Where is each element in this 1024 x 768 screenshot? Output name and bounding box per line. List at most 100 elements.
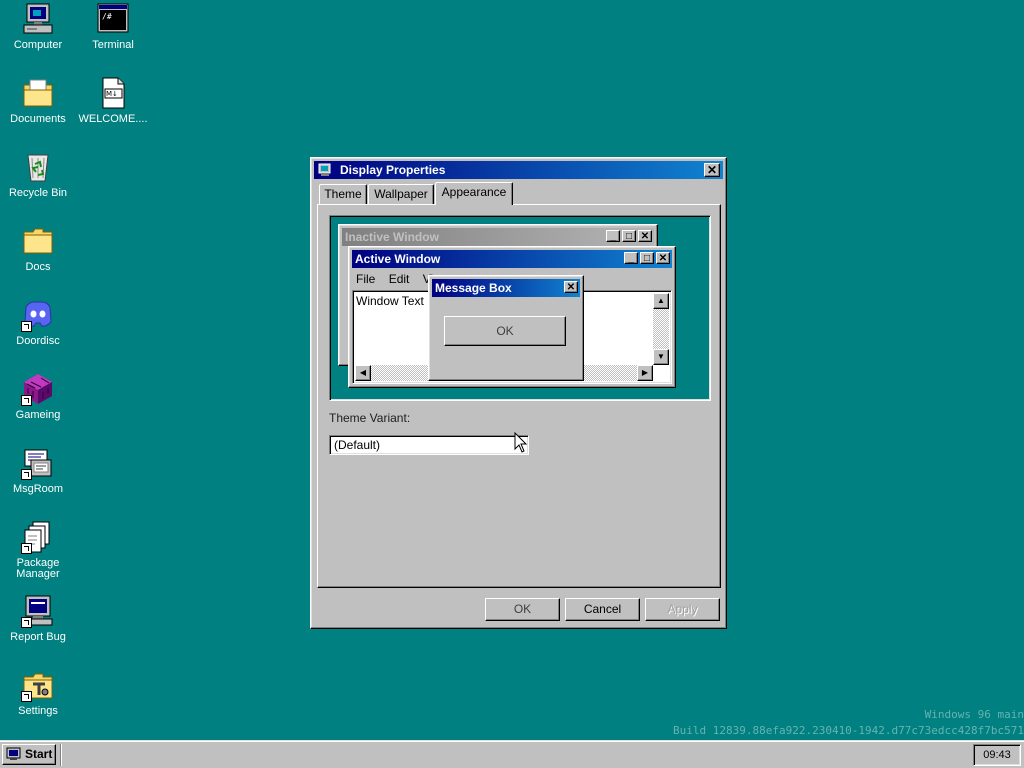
- system-tray: 09:43: [973, 744, 1021, 766]
- tab-appearance[interactable]: Appearance: [435, 182, 513, 205]
- tab-label: Wallpaper: [374, 187, 428, 201]
- maximize-icon: □: [622, 230, 636, 242]
- close-icon: ✕: [706, 163, 718, 177]
- minimize-icon: _: [624, 252, 638, 264]
- icon-label: Doordisc: [16, 335, 60, 347]
- display-properties-icon: [317, 163, 333, 177]
- tab-theme[interactable]: Theme: [319, 184, 367, 204]
- taskbar: Start 09:43: [0, 740, 1024, 768]
- close-icon: ✕: [638, 230, 652, 242]
- theme-variant-select[interactable]: (Default): [329, 435, 529, 455]
- preview-message-title: Message Box: [435, 281, 512, 295]
- minimize-icon: _: [606, 230, 620, 242]
- maximize-icon: □: [640, 252, 654, 264]
- icon-label: Settings: [18, 705, 58, 717]
- report-bug-icon: [21, 594, 55, 628]
- icon-label: Docs: [25, 261, 51, 273]
- cancel-button[interactable]: Cancel: [565, 598, 640, 621]
- recycle-bin-icon: [21, 150, 55, 184]
- preview-window-text: Window Text: [356, 294, 424, 308]
- ok-button[interactable]: OK: [485, 598, 560, 621]
- desktop-icon-msgroom[interactable]: MsgRoom: [1, 446, 75, 495]
- close-icon: ✕: [564, 281, 578, 293]
- icon-label: Gameing: [15, 409, 61, 421]
- start-button[interactable]: Start: [2, 744, 56, 765]
- preview-active-title: Active Window: [355, 252, 441, 266]
- tab-label: Appearance: [441, 185, 507, 199]
- close-button[interactable]: ✕: [704, 163, 720, 177]
- start-label: Start: [25, 747, 53, 761]
- documents-folder-icon: [21, 76, 55, 110]
- desktop-icon-gameing[interactable]: Gameing: [1, 372, 75, 421]
- markdown-glyph: M↓: [106, 90, 118, 98]
- window-title: Display Properties: [340, 163, 446, 177]
- icon-label: Computer: [13, 39, 63, 51]
- shortcut-arrow-icon: [21, 395, 32, 406]
- desktop-icon-doordisc[interactable]: Doordisc: [1, 298, 75, 347]
- scroll-down-icon: ▼: [653, 349, 669, 365]
- computer-icon: [21, 2, 55, 36]
- desktop-icon-docs[interactable]: Docs: [1, 224, 75, 273]
- window-titlebar[interactable]: Display Properties ✕: [314, 161, 723, 179]
- desktop-icon-settings[interactable]: Settings: [1, 668, 75, 717]
- preview-menubar: File Edit Vie: [352, 270, 440, 288]
- msgroom-icon: [21, 446, 55, 480]
- desktop-icon-welcome[interactable]: M↓ WELCOME....: [76, 76, 150, 125]
- icon-label: Report Bug: [10, 631, 66, 643]
- settings-icon: [21, 668, 55, 702]
- tab-panel-appearance: Inactive Window _ □ ✕ Active Window _ □ …: [317, 204, 721, 588]
- apply-button-label: Apply: [667, 602, 698, 616]
- desktop-icon-computer[interactable]: Computer: [1, 2, 75, 51]
- gameing-icon: [21, 372, 55, 406]
- desktop-icon-recycle-bin[interactable]: Recycle Bin: [1, 150, 75, 199]
- apply-button[interactable]: Apply: [645, 598, 720, 621]
- tab-wallpaper[interactable]: Wallpaper: [368, 184, 434, 204]
- clock[interactable]: 09:43: [983, 749, 1011, 761]
- preview-menu-edit: Edit: [388, 272, 410, 286]
- scroll-right-icon: ▶: [637, 365, 653, 381]
- shortcut-arrow-icon: [21, 617, 32, 628]
- package-manager-icon: [21, 520, 55, 554]
- desktop-icon-report-bug[interactable]: Report Bug: [1, 594, 75, 643]
- shortcut-arrow-icon: [21, 691, 32, 702]
- preview-inactive-titlebar: Inactive Window _ □ ✕: [342, 228, 654, 246]
- icon-label: Package Manager: [16, 557, 60, 580]
- theme-variant-value: (Default): [334, 438, 381, 452]
- scroll-up-icon: ▲: [653, 293, 669, 309]
- markdown-file-icon: M↓: [96, 76, 130, 110]
- desktop-icon-documents[interactable]: Documents: [1, 76, 75, 125]
- terminal-glyph: /#: [102, 12, 112, 21]
- desktop-icon-package-manager[interactable]: Package Manager: [1, 520, 75, 580]
- folder-icon: [21, 224, 55, 258]
- preview-active-titlebar: Active Window _ □ ✕: [352, 250, 672, 268]
- preview-menu-file: File: [356, 272, 376, 286]
- icon-label: MsgRoom: [12, 483, 64, 495]
- shortcut-arrow-icon: [21, 543, 32, 554]
- display-properties-window: Display Properties ✕ Theme Wallpaper App…: [310, 157, 727, 629]
- preview-message-ok-label: OK: [496, 324, 514, 338]
- icon-label: Terminal: [92, 39, 134, 51]
- icon-label: Recycle Bin: [8, 187, 68, 199]
- icon-label: Documents: [10, 113, 66, 125]
- scroll-left-icon: ◀: [355, 365, 371, 381]
- desktop-icon-terminal[interactable]: /# Terminal: [76, 2, 150, 51]
- close-icon: ✕: [656, 252, 670, 264]
- tab-label: Theme: [324, 187, 362, 201]
- taskbar-divider: [60, 744, 62, 766]
- doordisc-icon: [21, 298, 55, 332]
- icon-label: WELCOME....: [78, 113, 148, 125]
- preview-message-titlebar: Message Box ✕: [432, 279, 580, 297]
- preview-message-ok-button: OK: [444, 316, 566, 346]
- appearance-preview: Inactive Window _ □ ✕ Active Window _ □ …: [329, 215, 711, 401]
- shortcut-arrow-icon: [21, 321, 32, 332]
- preview-message-box: Message Box ✕ OK: [428, 275, 584, 381]
- shortcut-arrow-icon: [21, 469, 32, 480]
- terminal-icon: /#: [96, 2, 130, 36]
- theme-variant-label: Theme Variant:: [329, 411, 411, 425]
- mouse-cursor: [514, 431, 528, 454]
- ok-button-label: OK: [513, 602, 532, 616]
- build-watermark-line2: Build 12839.88efa922.230410-1942.d77c73e…: [673, 724, 1024, 737]
- cancel-button-label: Cancel: [583, 602, 622, 616]
- preview-inactive-title: Inactive Window: [345, 230, 439, 244]
- build-watermark-line1: Windows 96 main: [924, 708, 1024, 721]
